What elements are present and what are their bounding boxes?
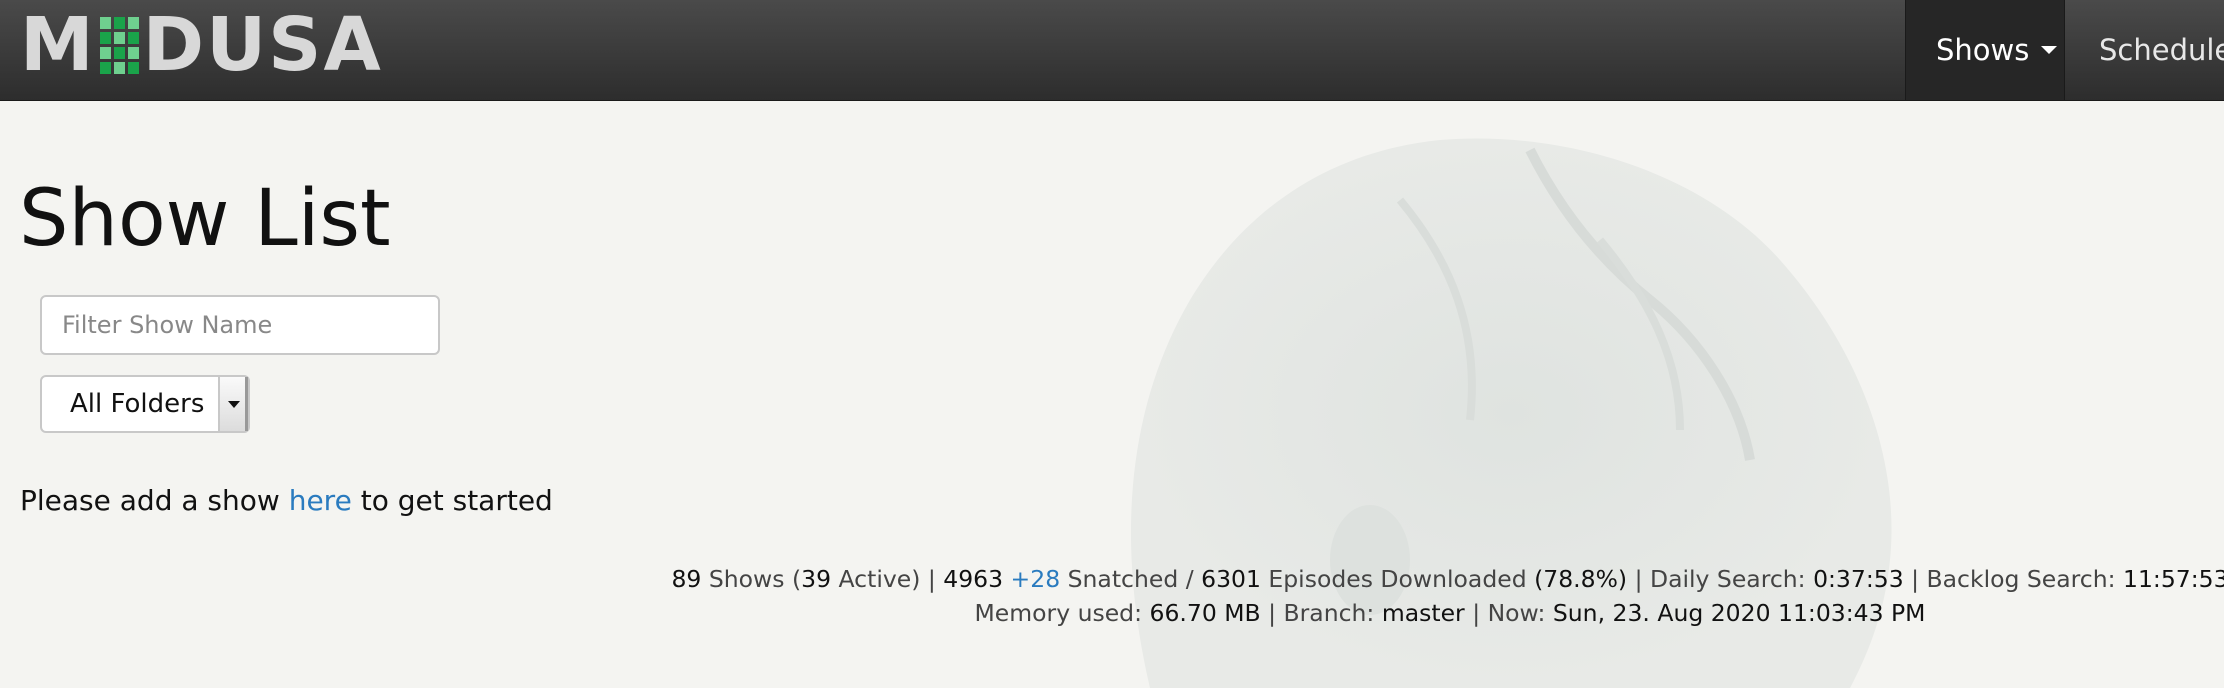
add-show-link[interactable]: here xyxy=(289,484,352,517)
footer-stats-line-2: Memory used: 66.70 MB | Branch: master |… xyxy=(600,596,2224,630)
main-content: Show List All Folders Please add a show … xyxy=(0,100,2224,688)
active-count: 39 xyxy=(801,565,832,593)
page-title: Show List xyxy=(19,174,391,264)
nav-schedule-label: Schedule xyxy=(2099,33,2224,67)
memory-label: Memory used: xyxy=(974,599,1143,627)
top-navbar: M DUSA Shows Schedule xyxy=(0,0,2224,101)
nav-shows-dropdown[interactable]: Shows xyxy=(1905,0,2065,100)
footer-stats: 89 Shows (39 Active) | 4963 +28 Snatched… xyxy=(600,562,2224,630)
branch-value: master xyxy=(1381,599,1465,627)
backlog-search-value: 11:57:53 xyxy=(2123,565,2224,593)
filter-show-name-input[interactable] xyxy=(40,295,440,355)
medusa-logo[interactable]: M DUSA xyxy=(20,2,383,88)
snatched-label: Snatched / xyxy=(1067,565,1194,593)
backlog-search-label: | Backlog Search: xyxy=(1911,565,2116,593)
folder-select-arrow[interactable] xyxy=(218,377,248,431)
logo-text-left: M xyxy=(20,2,96,88)
downloaded-pct: (78.8%) xyxy=(1534,565,1628,593)
logo-text-right: DUSA xyxy=(142,2,383,88)
add-show-prefix: Please add a show xyxy=(20,484,280,517)
caret-down-icon xyxy=(228,400,240,408)
daily-search-label: | Daily Search: xyxy=(1634,565,1806,593)
now-label: | Now: xyxy=(1472,599,1546,627)
daily-search-value: 0:37:53 xyxy=(1813,565,1904,593)
nav-shows-label: Shows xyxy=(1936,33,2030,67)
snatched-plus: +28 xyxy=(1010,565,1061,593)
now-value: Sun, 23. Aug 2020 11:03:43 PM xyxy=(1552,599,1926,627)
folder-select-value: All Folders xyxy=(70,389,205,419)
snatched-count: 4963 xyxy=(943,565,1004,593)
episodes-total: 6301 xyxy=(1201,565,1261,593)
memory-value: 66.70 MB xyxy=(1149,599,1261,627)
logo-grid-icon xyxy=(99,16,139,74)
caret-down-icon xyxy=(2041,46,2058,54)
add-show-suffix: to get started xyxy=(360,484,553,517)
add-show-message: Please add a show here to get started xyxy=(20,484,553,517)
active-label: Active) | xyxy=(838,565,936,593)
nav-schedule[interactable]: Schedule xyxy=(2067,0,2224,100)
footer-stats-line-1: 89 Shows (39 Active) | 4963 +28 Snatched… xyxy=(600,562,2224,596)
shows-count: 89 xyxy=(671,565,702,593)
branch-label: | Branch: xyxy=(1268,599,1375,627)
shows-label: Shows ( xyxy=(708,565,802,593)
downloaded-label: Episodes Downloaded xyxy=(1268,565,1527,593)
folder-select[interactable]: All Folders xyxy=(40,375,250,433)
